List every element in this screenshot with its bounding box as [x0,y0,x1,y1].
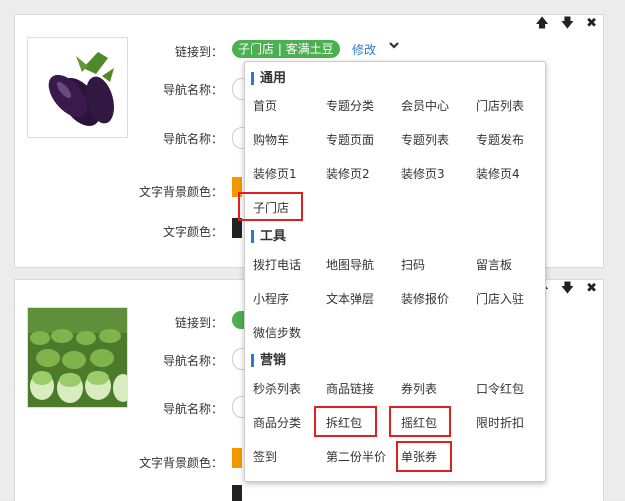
menu-item-second-half-price[interactable]: 第二份半价 [326,448,386,465]
text-color-label: 文字颜色： [162,225,223,239]
link-picker-dropdown: 通用 首页 专题分类 会员中心 门店列表 购物车 专题页面 专题列表 专题发布 … [238,61,546,482]
menu-item-topic-category[interactable]: 专题分类 [326,97,374,114]
menu-item-store-list[interactable]: 门店列表 [476,97,524,114]
highlight-box-single-coupon [396,441,452,472]
eggplant-image[interactable] [27,37,128,138]
nav-name-label-2: 导航名称： [162,132,223,146]
menu-item-home[interactable]: 首页 [253,97,277,114]
bg-color-label: 文字背景颜色： [138,456,223,470]
highlight-box-open-redpacket [314,406,377,437]
section-marketing: 营销 [251,354,286,367]
menu-item-message-board[interactable]: 留言板 [476,256,512,273]
menu-item-decor-2[interactable]: 装修页2 [326,165,370,182]
menu-item-product-link[interactable]: 商品链接 [326,380,374,397]
menu-item-text-popup[interactable]: 文本弹层 [326,290,374,307]
menu-item-topic-publish[interactable]: 专题发布 [476,131,524,148]
page: 🡅 🡇 ✖ 链接到： 子门店 | 客满土豆 修改 导航名称： 导航名称： 文字背… [0,0,625,501]
bg-color-swatch[interactable] [232,448,242,468]
menu-item-store-join[interactable]: 门店入驻 [476,290,524,307]
link-to-label: 链接到： [174,45,223,59]
menu-item-topic-list[interactable]: 专题列表 [401,131,449,148]
bg-color-label: 文字背景颜色： [138,185,223,199]
menu-item-decor-3[interactable]: 装修页3 [401,165,445,182]
link-target-chip[interactable]: 子门店 | 客满土豆 [232,40,340,58]
menu-item-decor-quote[interactable]: 装修报价 [401,290,449,307]
move-down-icon[interactable]: 🡇 [561,17,574,31]
menu-item-cart[interactable]: 购物车 [253,131,289,148]
link-to-label: 链接到： [174,316,223,330]
nav-name-label-2: 导航名称： [162,402,223,416]
menu-item-product-category[interactable]: 商品分类 [253,414,301,431]
menu-item-password-redpacket[interactable]: 口令红包 [476,380,524,397]
menu-item-member-center[interactable]: 会员中心 [401,97,449,114]
menu-item-mini-program[interactable]: 小程序 [253,290,289,307]
menu-item-coupon-list[interactable]: 券列表 [401,380,437,397]
edit-link-button[interactable]: 修改 [352,41,376,58]
menu-item-decor-4[interactable]: 装修页4 [476,165,520,182]
section-general: 通用 [251,72,286,85]
menu-item-wechat-steps[interactable]: 微信步数 [253,324,301,341]
move-up-icon[interactable]: 🡅 [535,17,548,31]
move-down-icon[interactable]: 🡇 [561,282,574,296]
card-controls: 🡅 🡇 ✖ [535,17,597,31]
menu-item-flash-sale-list[interactable]: 秒杀列表 [253,380,301,397]
nav-name-label: 导航名称： [162,354,223,368]
chevron-down-icon[interactable] [388,39,400,51]
text-color-swatch[interactable] [232,218,242,238]
highlight-box-sub-store [238,192,303,221]
cabbage-field-image[interactable] [27,307,128,408]
menu-item-time-discount[interactable]: 限时折扣 [476,414,524,431]
highlight-box-shake-redpacket [389,406,451,437]
close-icon[interactable]: ✖ [586,17,597,31]
menu-item-decor-1[interactable]: 装修页1 [253,165,297,182]
menu-item-map-nav[interactable]: 地图导航 [326,256,374,273]
menu-item-scan[interactable]: 扫码 [401,256,425,273]
menu-item-topic-page[interactable]: 专题页面 [326,131,374,148]
text-color-swatch[interactable] [232,485,242,501]
section-tools: 工具 [251,230,286,243]
menu-item-call-phone[interactable]: 拨打电话 [253,256,301,273]
close-icon[interactable]: ✖ [586,282,597,296]
menu-item-sign-in[interactable]: 签到 [253,448,277,465]
nav-name-label: 导航名称： [162,83,223,97]
